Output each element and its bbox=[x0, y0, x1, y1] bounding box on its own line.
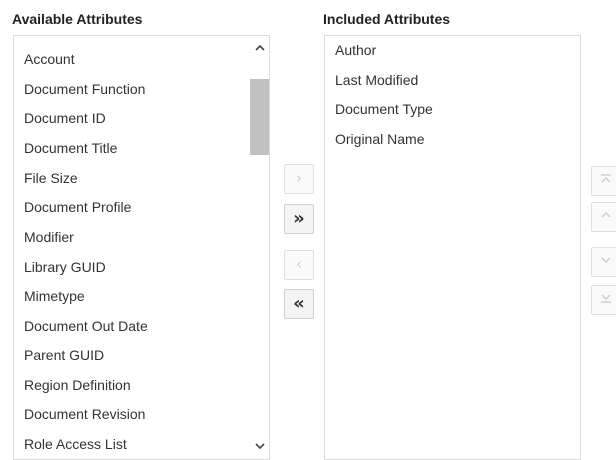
move-to-top-icon bbox=[601, 174, 611, 183]
move-up-button[interactable] bbox=[591, 202, 616, 232]
move-to-bottom-button[interactable] bbox=[591, 285, 616, 315]
move-up-icon bbox=[601, 212, 611, 218]
move-down-button[interactable] bbox=[591, 247, 616, 277]
move-down-icon bbox=[601, 257, 611, 263]
move-to-top-button[interactable] bbox=[591, 166, 616, 196]
move-to-bottom-icon bbox=[601, 294, 611, 303]
